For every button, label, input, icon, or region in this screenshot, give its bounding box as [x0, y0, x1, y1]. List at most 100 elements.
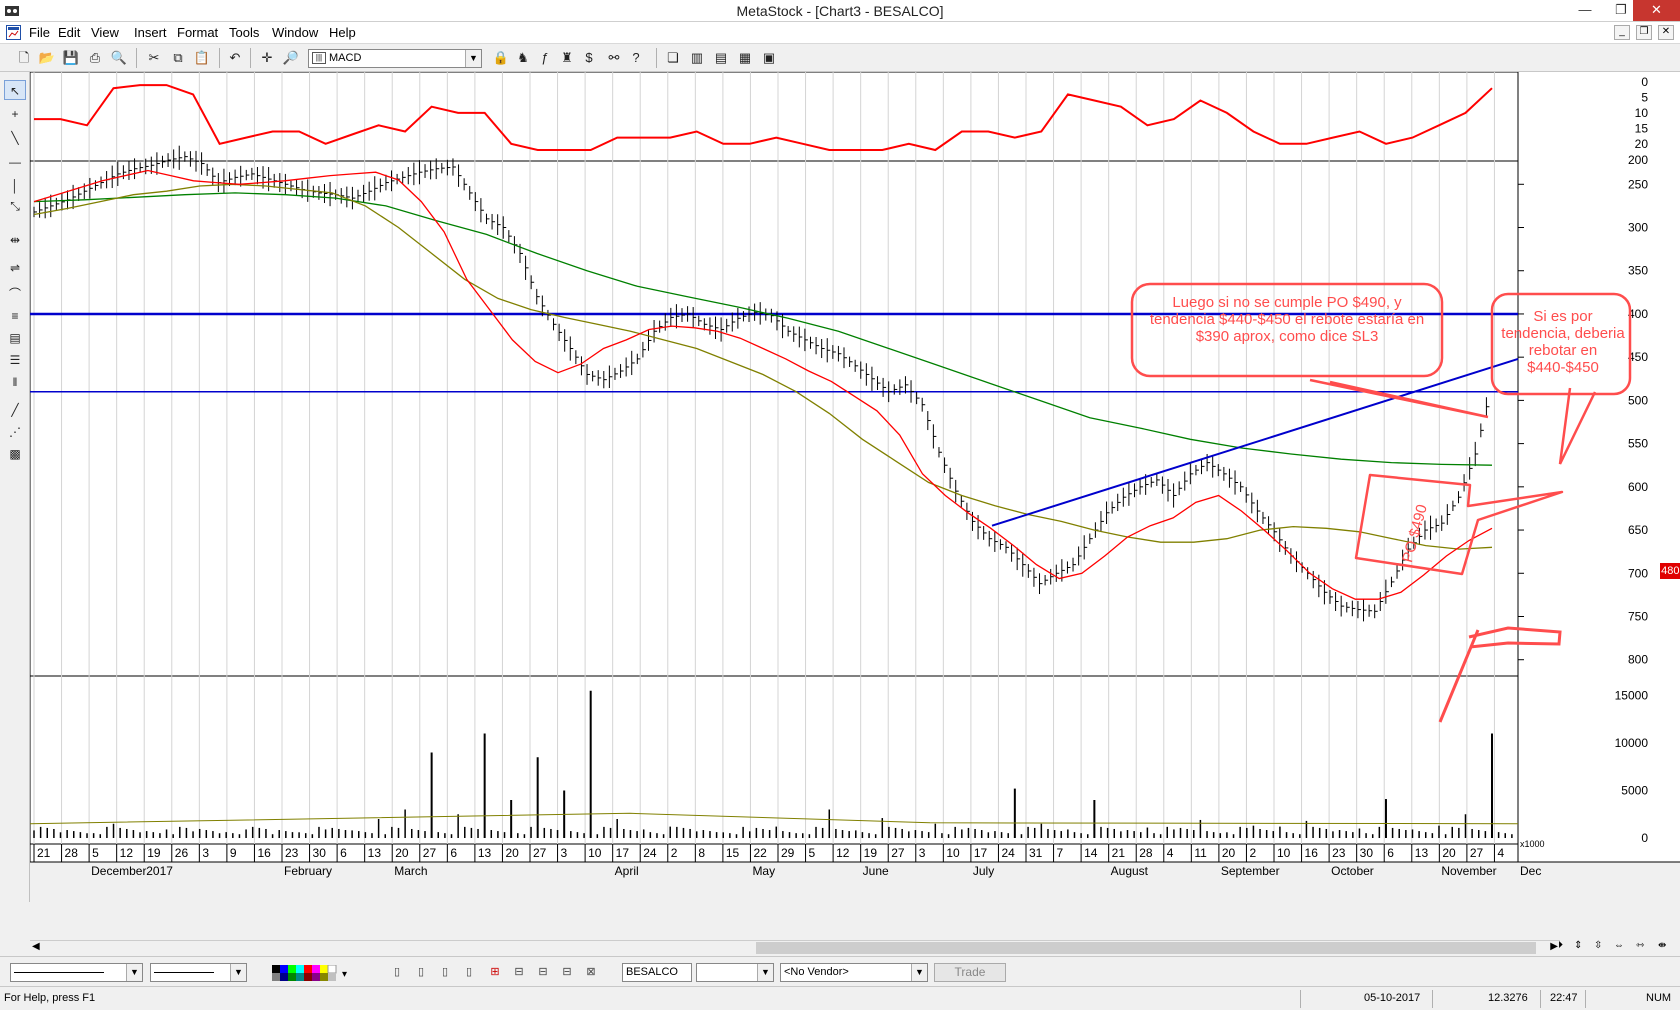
- price-tick-label: 350: [1628, 264, 1648, 278]
- menu-window[interactable]: Window: [272, 25, 318, 40]
- binoculars-icon[interactable]: ⚯: [605, 49, 623, 67]
- annotation-left-text[interactable]: Luego si no se cumple PO $490, y tendenc…: [1142, 294, 1432, 345]
- help-pointer-icon[interactable]: ?: [627, 49, 645, 67]
- menu-file[interactable]: File: [29, 25, 50, 40]
- gann-icon[interactable]: ⋰: [4, 422, 26, 442]
- compress-icon[interactable]: ⇼: [1658, 940, 1666, 951]
- menu-format[interactable]: Format: [177, 25, 218, 40]
- line-weight-select[interactable]: ▼: [150, 963, 247, 982]
- chart-style-3-icon[interactable]: ▯: [436, 964, 454, 981]
- chevron-down-icon[interactable]: ▼: [911, 964, 927, 981]
- tile-horizontal-icon[interactable]: ▤: [712, 49, 730, 67]
- fibonacci-icon[interactable]: ⤡: [4, 196, 26, 216]
- scroll-thumb[interactable]: [756, 942, 1536, 954]
- chevron-down-icon[interactable]: ▼: [126, 964, 142, 981]
- indicator-list-icon: |||: [312, 52, 326, 64]
- expand-icon[interactable]: ⇔: [1614, 940, 1624, 951]
- dollar-icon[interactable]: $: [580, 49, 598, 67]
- menu-view[interactable]: View: [91, 25, 119, 40]
- speed-lines-icon[interactable]: ⇹: [4, 230, 26, 250]
- zoom-in-icon[interactable]: ⇕: [1574, 940, 1582, 951]
- trade-button[interactable]: Trade: [934, 963, 1006, 982]
- x-tick-label: 5: [809, 846, 816, 860]
- fan-icon[interactable]: ≡: [4, 306, 26, 326]
- indicator-tick-label: 15: [1635, 121, 1649, 135]
- chart-canvas[interactable]: 21 28 5 12 19 26 3 9 16 23 30 6 13 20 27 6 13 20 27 3 10 17 24…: [30, 72, 1680, 952]
- chevron-down-icon[interactable]: ▼: [757, 964, 773, 981]
- tile-vertical-icon[interactable]: ▥: [688, 49, 706, 67]
- chart-window[interactable]: 21 28 5 12 19 26 3 9 16 23 30 6 13 20 27 6 13 20 27 3 10 17 24…: [30, 72, 1680, 952]
- vendor-select[interactable]: <No Vendor> ▼: [780, 963, 928, 982]
- explorer-icon[interactable]: ♜: [558, 49, 576, 67]
- horizontal-line-icon[interactable]: —: [4, 152, 26, 172]
- trendline-icon[interactable]: ╲: [4, 128, 26, 148]
- x-tick-label: 13: [478, 846, 492, 860]
- tile-grid-icon[interactable]: ▦: [736, 49, 754, 67]
- x-tick-label: 31: [1029, 846, 1043, 860]
- line-style-select[interactable]: ▼: [10, 963, 143, 982]
- formula-icon[interactable]: ƒ: [536, 49, 554, 67]
- chart-props-icon[interactable]: ⊠: [582, 964, 600, 981]
- grid-pattern-icon[interactable]: ▩: [4, 444, 26, 464]
- mdi-close-button[interactable]: ✕: [1658, 25, 1674, 40]
- menu-help[interactable]: Help: [329, 25, 356, 40]
- minimize-button[interactable]: —: [1567, 0, 1603, 21]
- chart-style-icon[interactable]: ▯: [388, 964, 406, 981]
- security-field[interactable]: BESALCO: [622, 963, 692, 982]
- indicator-select[interactable]: ||| MACD ▼: [308, 49, 482, 68]
- window-split-icon[interactable]: ⊟: [534, 964, 552, 981]
- mdi-minimize-button[interactable]: _: [1614, 25, 1630, 40]
- horizontal-scrollbar[interactable]: ◀ ▶: [30, 940, 1560, 954]
- mdi-restore-button[interactable]: ❐: [1636, 25, 1652, 40]
- ohlc-icon[interactable]: ⊞: [486, 964, 504, 981]
- retracement-icon[interactable]: ▤: [4, 328, 26, 348]
- chart-style-4-icon[interactable]: ▯: [460, 964, 478, 981]
- drawing-toolbar: ↖ + ╲ — │ ⤡ ⇹ ⇌ ⌒ ≡ ▤ ☰ ‖ ╱ ⋰ ▩: [0, 72, 30, 902]
- scroll-start-icon[interactable]: ⏵: [1558, 940, 1563, 951]
- save-icon[interactable]: 💾: [62, 49, 80, 67]
- window-merge-icon[interactable]: ⊟: [558, 964, 576, 981]
- pointer-icon[interactable]: ↖: [4, 80, 26, 100]
- fit-icon[interactable]: ⇿: [1636, 940, 1644, 951]
- inner-window-icon[interactable]: ⊟: [510, 964, 528, 981]
- undo-icon[interactable]: ↶: [226, 49, 244, 67]
- color-palette[interactable]: ▾: [272, 964, 348, 981]
- print-icon[interactable]: ⎙: [86, 49, 104, 67]
- menu-insert[interactable]: Insert: [134, 25, 167, 40]
- chart-document-icon[interactable]: [6, 25, 21, 40]
- x-tick-label: 14: [1084, 846, 1098, 860]
- channel-icon[interactable]: ⇌: [4, 258, 26, 278]
- crosshair-icon[interactable]: ✛: [258, 49, 276, 67]
- regression-icon[interactable]: ☰: [4, 350, 26, 370]
- chevron-down-icon[interactable]: ▼: [465, 50, 481, 67]
- vertical-line-icon[interactable]: │: [4, 176, 26, 196]
- menu-edit[interactable]: Edit: [58, 25, 80, 40]
- security-icon[interactable]: 🔒: [492, 49, 510, 67]
- paste-icon[interactable]: 📋: [193, 49, 211, 67]
- close-button[interactable]: ✕: [1633, 0, 1680, 21]
- copy-icon[interactable]: ⧉: [169, 49, 187, 67]
- zoom-out-icon[interactable]: ⇳: [1594, 940, 1602, 951]
- cut-icon[interactable]: ✂: [145, 49, 163, 67]
- x-tick-label: 2: [1249, 846, 1256, 860]
- periodicity-select[interactable]: ▼: [696, 963, 774, 982]
- status-date: 05-10-2017: [1364, 992, 1421, 1004]
- expert-icon[interactable]: ♞: [514, 49, 532, 67]
- arc-icon[interactable]: ⌒: [4, 284, 26, 304]
- menu-tools[interactable]: Tools: [229, 25, 259, 40]
- raff-icon[interactable]: ╱: [4, 400, 26, 420]
- crosshair-tool-icon[interactable]: +: [4, 104, 26, 124]
- indicator-tick-label: 10: [1635, 106, 1649, 120]
- chart-style-2-icon[interactable]: ▯: [412, 964, 430, 981]
- cascade-icon[interactable]: ❏: [664, 49, 682, 67]
- print-preview-icon[interactable]: 🔍: [110, 49, 128, 67]
- scroll-left-icon[interactable]: ◀: [32, 941, 40, 952]
- chevron-down-icon[interactable]: ▼: [230, 964, 246, 981]
- arrange-icon[interactable]: ▣: [760, 49, 778, 67]
- new-file-icon[interactable]: 🗋: [15, 49, 33, 67]
- annotation-right-text[interactable]: Si es por tendencia, deberia rebotar en …: [1498, 308, 1628, 376]
- cycle-lines-icon[interactable]: ‖: [4, 372, 26, 392]
- open-folder-icon[interactable]: 📂: [38, 49, 56, 67]
- zoom-icon[interactable]: 🔎: [282, 49, 300, 67]
- x-tick-label: 4: [1167, 846, 1174, 860]
